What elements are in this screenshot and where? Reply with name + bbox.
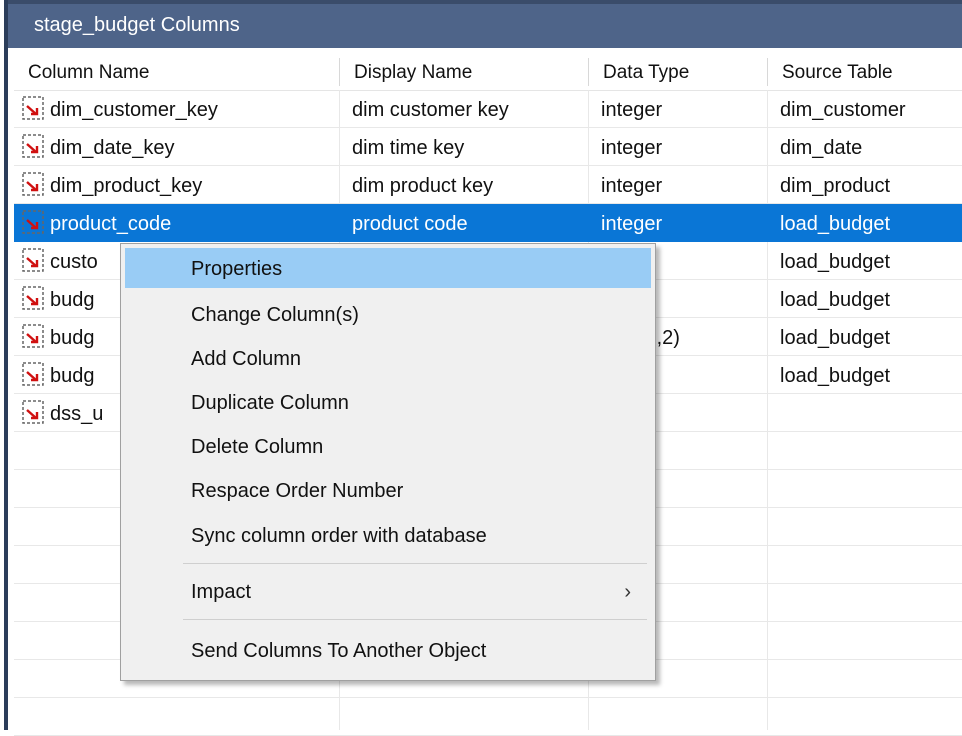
cell-data-type: integer — [601, 213, 663, 235]
menu-separator — [183, 563, 647, 564]
menu-item-respace-order-number[interactable]: Respace Order Number — [125, 470, 651, 510]
menu-item-duplicate-column[interactable]: Duplicate Column — [125, 382, 651, 422]
column-key-icon — [22, 286, 46, 312]
header-column-name[interactable]: Column Name — [14, 54, 339, 90]
panel-title: stage_budget Columns — [34, 14, 240, 36]
cell-data-type: integer — [601, 99, 663, 121]
column-key-icon — [22, 96, 46, 122]
menu-item-label: Add Column — [191, 348, 302, 370]
menu-item-label: Send Columns To Another Object — [191, 640, 487, 662]
menu-item-send-columns[interactable]: Send Columns To Another Object — [125, 630, 651, 670]
cell-data-type: integer — [601, 137, 663, 159]
menu-item-properties[interactable]: Properties — [125, 248, 651, 288]
column-key-icon — [22, 400, 46, 426]
cell-column-name: dim_customer_key — [50, 99, 218, 121]
cell-column-name: dim_date_key — [50, 137, 175, 159]
menu-item-label: Change Column(s) — [191, 304, 359, 326]
column-header-row: Column Name Display Name Data Type Sourc… — [14, 54, 962, 91]
cell-source-table: load_budget — [780, 213, 891, 235]
cell-source-table: dim_date — [780, 137, 863, 159]
left-edge — [0, 0, 8, 730]
header-source-table[interactable]: Source Table — [768, 54, 962, 90]
cell-display-name: dim customer key — [352, 99, 509, 121]
cell-display-name: dim time key — [352, 137, 465, 159]
chevron-right-icon: › — [624, 581, 631, 603]
cell-source-table: load_budget — [780, 365, 891, 387]
menu-item-label: Delete Column — [191, 436, 324, 458]
cell-source-table — [780, 394, 958, 432]
menu-separator — [183, 619, 647, 620]
panel-title-bar: stage_budget Columns — [8, 0, 962, 48]
table-row[interactable]: dim_date_key dim time key integer dim_date — [14, 128, 962, 166]
column-key-icon — [22, 172, 46, 198]
column-key-icon — [22, 324, 46, 350]
header-display-name[interactable]: Display Name — [340, 54, 588, 90]
menu-item-label: Respace Order Number — [191, 480, 404, 502]
cell-data-type: integer — [601, 175, 663, 197]
menu-item-label: Impact — [191, 581, 252, 603]
cell-source-table: load_budget — [780, 251, 891, 273]
cell-source-table: dim_customer — [780, 99, 906, 121]
menu-item-impact[interactable]: Impact › — [125, 571, 651, 611]
cell-source-table: dim_product — [780, 175, 891, 197]
cell-column-name: dim_product_key — [50, 175, 203, 197]
table-row[interactable]: product_code product code integer load_budg… — [14, 204, 962, 242]
menu-item-label: Duplicate Column — [191, 392, 349, 414]
cell-display-name: dim product key — [352, 175, 494, 197]
cell-column-name: product_code — [50, 213, 172, 235]
menu-item-delete-column[interactable]: Delete Column — [125, 426, 651, 466]
table-row[interactable]: dim_product_key dim product key integer dim… — [14, 166, 962, 204]
grid-row-divider — [14, 697, 962, 698]
menu-item-add-column[interactable]: Add Column — [125, 338, 651, 378]
cell-source-table: load_budget — [780, 327, 891, 349]
header-data-type[interactable]: Data Type — [589, 54, 767, 90]
column-key-icon — [22, 362, 46, 388]
cell-display-name: product code — [352, 213, 468, 235]
column-key-icon — [22, 210, 46, 236]
column-key-icon — [22, 248, 46, 274]
menu-item-sync-column-order[interactable]: Sync column order with database — [125, 515, 651, 555]
table-row[interactable]: dim_customer_key dim customer key integer d… — [14, 90, 962, 128]
column-key-icon — [22, 134, 46, 160]
cell-source-table: load_budget — [780, 289, 891, 311]
menu-item-label: Sync column order with database — [191, 525, 487, 547]
context-menu: Properties Change Column(s) Add Column Dupl… — [120, 243, 656, 681]
menu-item-label: Properties — [191, 258, 283, 280]
menu-item-change-columns[interactable]: Change Column(s) — [125, 294, 651, 334]
